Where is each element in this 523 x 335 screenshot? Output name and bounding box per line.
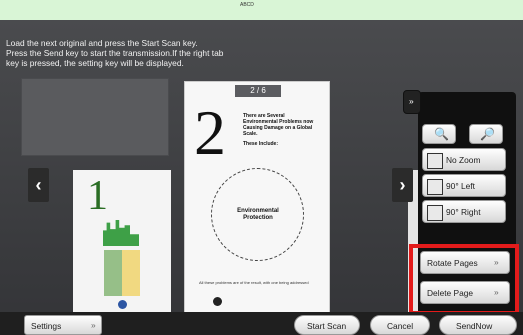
page-heading: There are Several Environmental Problems… bbox=[243, 113, 314, 137]
no-zoom-button[interactable]: No Zoom bbox=[422, 148, 506, 171]
settings-button[interactable]: Settings » bbox=[24, 315, 102, 335]
cancel-label: Cancel bbox=[387, 321, 414, 331]
rotate-right-label: 90° Right bbox=[446, 207, 481, 217]
blank-preview-card bbox=[21, 78, 169, 156]
start-scan-label: Start Scan bbox=[307, 321, 347, 331]
start-scan-button[interactable]: Start Scan bbox=[294, 315, 360, 335]
scan-panel: Load the next original and press the Sta… bbox=[0, 20, 523, 335]
preview-page-1[interactable]: 1 bbox=[73, 170, 171, 325]
zoom-out-icon: 🔍 bbox=[434, 127, 449, 141]
instruction-line: Press the Send key to start the transmis… bbox=[6, 48, 224, 59]
chevron-right-icon: » bbox=[91, 320, 96, 330]
rotate-right-icon bbox=[427, 205, 443, 221]
expand-icon: » bbox=[409, 96, 414, 106]
page-subheading: These Include: bbox=[243, 141, 279, 147]
environment-callout: Environmental Protection bbox=[237, 208, 279, 221]
instruction-line: key is pressed, the setting key will be … bbox=[6, 58, 184, 69]
status-mini-text: ABCD bbox=[240, 2, 254, 8]
no-zoom-icon bbox=[427, 153, 443, 169]
send-now-button[interactable]: SendNow bbox=[439, 315, 517, 335]
instruction-line: Load the next original and press the Sta… bbox=[6, 38, 198, 48]
page-counter: 2 / 6 bbox=[235, 85, 281, 97]
bottom-action-bar: Settings » Start Scan Cancel SendNow bbox=[0, 312, 523, 335]
rotate-left-button[interactable]: 90° Left bbox=[422, 174, 506, 197]
settings-label: Settings bbox=[31, 321, 62, 331]
previous-page-button[interactable]: ‹ bbox=[28, 168, 49, 202]
instruction-message: Load the next original and press the Sta… bbox=[6, 38, 306, 69]
send-now-label: SendNow bbox=[456, 321, 493, 331]
rotate-left-label: 90° Left bbox=[446, 181, 475, 191]
zoom-in-button[interactable]: 🔎 bbox=[469, 124, 503, 144]
preview-page-2[interactable]: 2 / 6 2 There are Several Environmental … bbox=[184, 81, 330, 325]
logo-circle bbox=[118, 300, 127, 309]
company-logo bbox=[213, 297, 222, 306]
rotate-right-button[interactable]: 90° Right bbox=[422, 200, 506, 223]
next-page-button[interactable]: › bbox=[392, 168, 413, 202]
building-graphic bbox=[103, 220, 139, 246]
icon-grid bbox=[104, 250, 140, 296]
zoom-out-button[interactable]: 🔍 bbox=[422, 124, 456, 144]
page-number: 2 bbox=[194, 97, 226, 168]
zoom-in-icon: 🔎 bbox=[480, 127, 495, 141]
highlight-box bbox=[409, 244, 519, 315]
cancel-button[interactable]: Cancel bbox=[370, 315, 430, 335]
footer-text: All these problems are of the result, wi… bbox=[199, 280, 309, 285]
status-bar: ABCD bbox=[0, 0, 523, 21]
page-number: 1 bbox=[87, 173, 108, 219]
expand-panel-button[interactable]: » bbox=[403, 90, 421, 114]
rotate-left-icon bbox=[427, 179, 443, 195]
no-zoom-label: No Zoom bbox=[446, 155, 481, 165]
